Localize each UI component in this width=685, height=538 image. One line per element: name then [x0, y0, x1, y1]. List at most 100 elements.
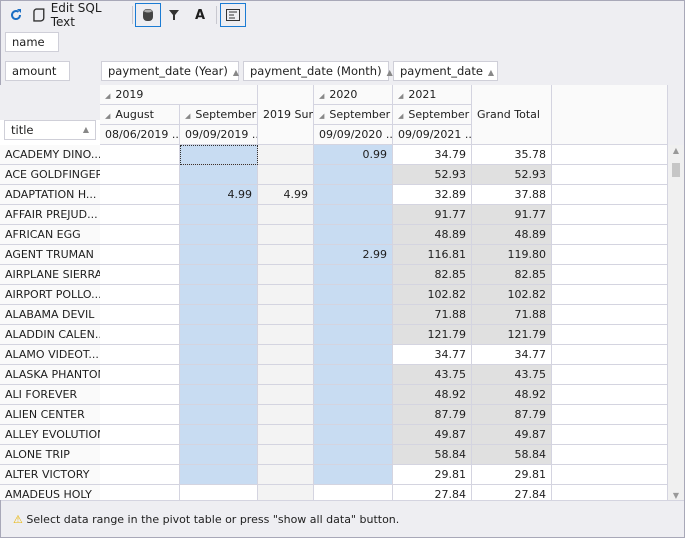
cell-sep2021[interactable]: 48.89	[393, 225, 472, 245]
row-header[interactable]: ACE GOLDFINGER	[0, 165, 101, 185]
cell-sum2019[interactable]	[258, 365, 314, 385]
row-header[interactable]: AFFAIR PREJUD...	[0, 205, 101, 225]
cell-sum2019[interactable]	[258, 165, 314, 185]
cell-sep2021[interactable]: 102.82	[393, 285, 472, 305]
cell-empty[interactable]	[552, 165, 668, 185]
cell-aug[interactable]	[100, 305, 180, 325]
cell-sum2019[interactable]	[258, 465, 314, 485]
cell-empty[interactable]	[552, 205, 668, 225]
cell-sep2020[interactable]	[314, 405, 393, 425]
cell-sep2021[interactable]: 49.87	[393, 425, 472, 445]
column-field-month[interactable]: payment_date (Month) ▲	[243, 61, 393, 81]
cell-empty[interactable]	[552, 325, 668, 345]
header-september-2020[interactable]: ◢ September	[314, 105, 393, 125]
row-header[interactable]: ALONE TRIP	[0, 445, 101, 465]
row-field-title[interactable]: title ▲	[4, 120, 96, 140]
scroll-up-icon[interactable]: ▲	[668, 145, 684, 157]
cell-sep2019[interactable]	[180, 425, 258, 445]
cell-sep2019[interactable]	[180, 305, 258, 325]
row-header[interactable]: ALLEY EVOLUTION	[0, 425, 101, 445]
cell-total[interactable]: 87.79	[472, 405, 552, 425]
cell-aug[interactable]	[100, 225, 180, 245]
cell-sep2020[interactable]	[314, 305, 393, 325]
cell-total[interactable]: 52.93	[472, 165, 552, 185]
cell-sep2021[interactable]: 52.93	[393, 165, 472, 185]
header-2019-sum[interactable]: 2019 Sum	[258, 85, 314, 145]
header-date-sep2020[interactable]: 09/09/2020 ...	[314, 125, 393, 145]
cell-empty[interactable]	[552, 185, 668, 205]
cell-aug[interactable]	[100, 265, 180, 285]
cell-sep2020[interactable]	[314, 185, 393, 205]
cell-sep2021[interactable]: 29.81	[393, 465, 472, 485]
cell-sep2019[interactable]: 4.99	[180, 185, 258, 205]
cell-total[interactable]: 34.77	[472, 345, 552, 365]
cell-empty[interactable]	[552, 305, 668, 325]
refresh-button[interactable]	[6, 3, 26, 27]
cell-sep2021[interactable]: 58.84	[393, 445, 472, 465]
cell-sum2019[interactable]	[258, 245, 314, 265]
cell-sum2019[interactable]	[258, 205, 314, 225]
cell-empty[interactable]	[552, 225, 668, 245]
header-date-sep2019[interactable]: 09/09/2019 ...	[180, 125, 258, 145]
cell-sum2019[interactable]	[258, 265, 314, 285]
row-header[interactable]: ALIEN CENTER	[0, 405, 101, 425]
cell-sep2021[interactable]: 43.75	[393, 365, 472, 385]
cell-aug[interactable]	[100, 325, 180, 345]
cell-total[interactable]: 37.88	[472, 185, 552, 205]
cell-sep2020[interactable]	[314, 385, 393, 405]
cell-empty[interactable]	[552, 285, 668, 305]
edit-sql-text-button[interactable]: Edit SQL Text	[32, 1, 128, 29]
cell-aug[interactable]	[100, 445, 180, 465]
cell-aug[interactable]	[100, 385, 180, 405]
cell-empty[interactable]	[552, 245, 668, 265]
scroll-down-icon[interactable]: ▼	[668, 491, 684, 500]
cell-empty[interactable]	[552, 345, 668, 365]
vertical-scrollbar[interactable]: ▲ ▼	[668, 145, 684, 500]
cell-total[interactable]: 91.77	[472, 205, 552, 225]
cell-sep2021[interactable]: 32.89	[393, 185, 472, 205]
cell-sep2019[interactable]	[180, 345, 258, 365]
cell-total[interactable]: 82.85	[472, 265, 552, 285]
cell-sum2019[interactable]	[258, 145, 314, 165]
cell-sum2019[interactable]	[258, 405, 314, 425]
cell-sum2019[interactable]	[258, 345, 314, 365]
cell-aug[interactable]	[100, 245, 180, 265]
cell-total[interactable]: 121.79	[472, 325, 552, 345]
row-header[interactable]: AIRPLANE SIERRA	[0, 265, 101, 285]
cell-aug[interactable]	[100, 425, 180, 445]
cell-sep2021[interactable]: 116.81	[393, 245, 472, 265]
cell-sep2019[interactable]	[180, 365, 258, 385]
cell-total[interactable]: 48.92	[472, 385, 552, 405]
cell-sep2020[interactable]	[314, 485, 393, 500]
row-header[interactable]: ALI FOREVER	[0, 385, 101, 405]
cell-sum2019[interactable]	[258, 385, 314, 405]
cell-sep2020[interactable]: 0.99	[314, 145, 393, 165]
cell-empty[interactable]	[552, 425, 668, 445]
cell-aug[interactable]	[100, 465, 180, 485]
cell-sep2020[interactable]	[314, 325, 393, 345]
cell-sep2019[interactable]	[180, 205, 258, 225]
cell-sep2019[interactable]	[180, 445, 258, 465]
cell-sum2019[interactable]	[258, 285, 314, 305]
column-field-date[interactable]: payment_date ▲	[393, 61, 498, 81]
cell-empty[interactable]	[552, 405, 668, 425]
header-september-2019[interactable]: ◢ September	[180, 105, 258, 125]
cell-sep2020[interactable]	[314, 345, 393, 365]
cell-aug[interactable]	[100, 345, 180, 365]
cell-empty[interactable]	[552, 465, 668, 485]
row-header[interactable]: ALADDIN CALEN...	[0, 325, 101, 345]
cell-sep2019[interactable]	[180, 385, 258, 405]
cell-sep2019[interactable]	[180, 405, 258, 425]
header-august[interactable]: ◢ August	[100, 105, 180, 125]
cell-sep2020[interactable]: 2.99	[314, 245, 393, 265]
cell-empty[interactable]	[552, 385, 668, 405]
filter-field-name[interactable]: name	[5, 32, 59, 52]
header-grand-total[interactable]: Grand Total	[472, 85, 552, 145]
cell-sep2021[interactable]: 27.84	[393, 485, 472, 500]
cell-sep2021[interactable]: 82.85	[393, 265, 472, 285]
cell-sum2019[interactable]	[258, 305, 314, 325]
cell-empty[interactable]	[552, 265, 668, 285]
cell-sep2021[interactable]: 121.79	[393, 325, 472, 345]
header-2020[interactable]: ◢ 2020	[314, 85, 393, 105]
cell-sum2019[interactable]	[258, 485, 314, 500]
